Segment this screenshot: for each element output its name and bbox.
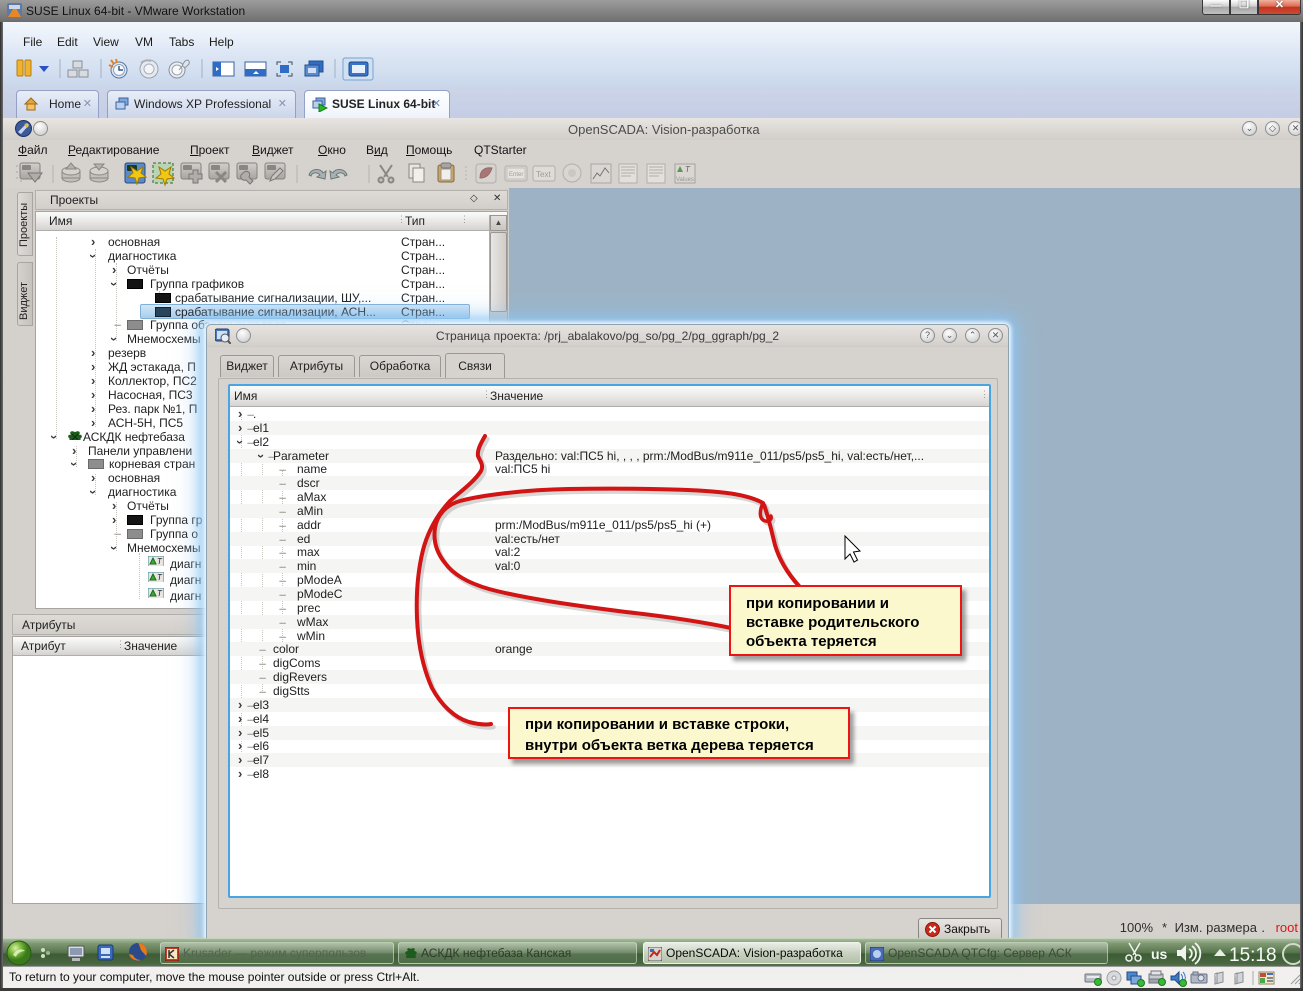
svg-text:us: us bbox=[1151, 946, 1168, 962]
svg-text:Values: Values bbox=[676, 177, 694, 183]
svg-text:15:18: 15:18 bbox=[1229, 945, 1277, 966]
svg-text:Text: Text bbox=[536, 170, 551, 179]
svg-text:Enter: Enter bbox=[509, 172, 523, 178]
